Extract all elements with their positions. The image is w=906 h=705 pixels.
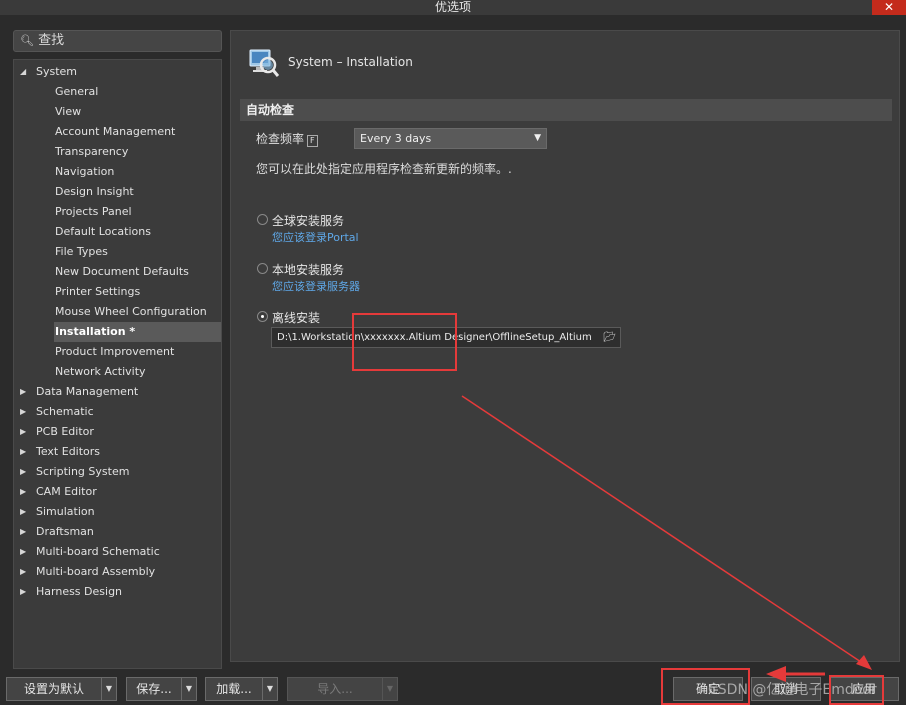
tree-group-label: Data Management <box>36 385 139 398</box>
page-title: System – Installation <box>288 55 413 69</box>
collapsed-arrow-icon: ▶ <box>20 547 27 556</box>
import-dropdown[interactable]: ▼ <box>382 677 398 701</box>
tree-group-label: Harness Design <box>36 585 123 598</box>
check-frequency-value: Every 3 days <box>360 132 432 145</box>
tree-group-label: Simulation <box>36 505 95 518</box>
tree-item-printer-settings[interactable]: Printer Settings <box>55 282 140 302</box>
tree-item-mouse-wheel-configuration[interactable]: Mouse Wheel Configuration <box>55 302 207 322</box>
search-icon: 🔍︎ <box>20 34 34 47</box>
tree-group-label: Draftsman <box>36 525 94 538</box>
load-label: 加载... <box>216 682 252 696</box>
collapsed-arrow-icon: ▶ <box>20 587 27 596</box>
save-label: 保存... <box>136 682 172 696</box>
tree-group-pcb-editor[interactable]: ▶ PCB Editor <box>14 422 221 442</box>
annotation-box-apply <box>829 675 884 705</box>
tree-group-cam-editor[interactable]: ▶ CAM Editor <box>14 482 221 502</box>
tree-group-schematic[interactable]: ▶ Schematic <box>14 402 221 422</box>
set-default-label: 设置为默认 <box>23 682 84 696</box>
tree-item-design-insight[interactable]: Design Insight <box>55 182 134 202</box>
portal-login-link[interactable]: 您应该登录Portal <box>272 229 359 245</box>
preferences-tree: ◢ System General View Account Management Tr… <box>13 59 222 669</box>
collapsed-arrow-icon: ▶ <box>20 567 27 576</box>
search-input[interactable] <box>38 33 209 48</box>
save-button[interactable]: 保存... <box>126 677 182 701</box>
radio-button[interactable] <box>257 214 268 225</box>
radio-button[interactable] <box>257 263 268 274</box>
annotation-box-ok <box>661 668 750 705</box>
expanded-arrow-icon: ◢ <box>20 67 27 76</box>
shortcut-f-icon: F <box>307 135 318 147</box>
collapsed-arrow-icon: ▶ <box>20 427 27 436</box>
installation-icon <box>249 49 279 77</box>
tree-group-draftsman[interactable]: ▶ Draftsman <box>14 522 221 542</box>
load-button[interactable]: 加载... <box>205 677 263 701</box>
tree-group-multi-board-schematic[interactable]: ▶ Multi-board Schematic <box>14 542 221 562</box>
tree-group-label: System <box>36 65 78 78</box>
radio-button-checked[interactable] <box>257 311 268 322</box>
chevron-down-icon: ▼ <box>266 684 274 693</box>
section-header-auto-check: 自动检查 <box>240 99 892 121</box>
tree-group-harness-design[interactable]: ▶ Harness Design <box>14 582 221 602</box>
radio-label: 本地安装服务 <box>272 263 345 277</box>
window-title: 优选项 <box>434 0 471 14</box>
tree-item-view[interactable]: View <box>55 102 81 122</box>
tree-group-label: Multi-board Schematic <box>36 545 160 558</box>
tree-group-label: Schematic <box>36 405 94 418</box>
tree-group-scripting-system[interactable]: ▶ Scripting System <box>14 462 221 482</box>
collapsed-arrow-icon: ▶ <box>20 487 27 496</box>
check-frequency-label: 检查频率 F <box>256 130 318 147</box>
tree-group-data-management[interactable]: ▶ Data Management <box>14 382 221 402</box>
collapsed-arrow-icon: ▶ <box>20 447 27 456</box>
tree-item-product-improvement[interactable]: Product Improvement <box>55 342 174 362</box>
tree-item-account-management[interactable]: Account Management <box>55 122 175 142</box>
collapsed-arrow-icon: ▶ <box>20 407 27 416</box>
tree-group-system[interactable]: ◢ System <box>14 62 221 82</box>
tree-item-general[interactable]: General <box>55 82 98 102</box>
search-box[interactable]: 🔍︎ <box>13 30 222 52</box>
set-default-dropdown[interactable]: ▼ <box>101 677 117 701</box>
load-dropdown[interactable]: ▼ <box>262 677 278 701</box>
check-frequency-text: 检查频率 <box>256 132 305 146</box>
tree-group-simulation[interactable]: ▶ Simulation <box>14 502 221 522</box>
tree-group-text-editors[interactable]: ▶ Text Editors <box>14 442 221 462</box>
close-icon: ✕ <box>883 0 895 14</box>
tree-group-multi-board-assembly[interactable]: ▶ Multi-board Assembly <box>14 562 221 582</box>
frequency-description: 您可以在此处指定应用程序检查新更新的频率。. <box>256 162 512 176</box>
collapsed-arrow-icon: ▶ <box>20 507 27 516</box>
tree-group-label: PCB Editor <box>36 425 94 438</box>
annotation-box-path <box>352 313 457 371</box>
collapsed-arrow-icon: ▶ <box>20 467 27 476</box>
chevron-down-icon: ▼ <box>386 684 394 693</box>
tree-group-label: Scripting System <box>36 465 130 478</box>
tree-item-navigation[interactable]: Navigation <box>55 162 114 182</box>
collapsed-arrow-icon: ▶ <box>20 387 27 396</box>
tree-item-transparency[interactable]: Transparency <box>55 142 128 162</box>
tree-item-installation[interactable]: Installation * <box>54 322 221 342</box>
close-button[interactable]: ✕ <box>872 0 906 15</box>
chevron-down-icon: ▼ <box>534 133 541 143</box>
set-default-button[interactable]: 设置为默认 <box>6 677 102 701</box>
chevron-down-icon: ▼ <box>185 684 193 693</box>
chevron-down-icon: ▼ <box>105 684 113 693</box>
tree-item-network-activity[interactable]: Network Activity <box>55 362 146 382</box>
save-dropdown[interactable]: ▼ <box>181 677 197 701</box>
tree-group-label: Multi-board Assembly <box>36 565 156 578</box>
radio-label: 离线安装 <box>272 311 321 325</box>
tree-group-label: Text Editors <box>36 445 101 458</box>
window-title-bar: 优选项 <box>0 0 906 15</box>
import-label: 导入... <box>317 682 353 696</box>
radio-label: 全球安装服务 <box>272 214 345 228</box>
collapsed-arrow-icon: ▶ <box>20 527 27 536</box>
server-login-link[interactable]: 您应该登录服务器 <box>272 278 360 294</box>
import-button[interactable]: 导入... <box>287 677 383 701</box>
tree-item-projects-panel[interactable]: Projects Panel <box>55 202 132 222</box>
tree-group-label: CAM Editor <box>36 485 97 498</box>
installation-panel: System – Installation 自动检查 检查频率 F Every 3… <box>230 30 900 662</box>
tree-item-new-document-defaults[interactable]: New Document Defaults <box>55 262 189 282</box>
folder-open-icon[interactable]: 📂︎ <box>603 328 616 347</box>
tree-item-default-locations[interactable]: Default Locations <box>55 222 151 242</box>
check-frequency-select[interactable]: Every 3 days ▼ <box>354 128 547 149</box>
tree-item-file-types[interactable]: File Types <box>55 242 108 262</box>
